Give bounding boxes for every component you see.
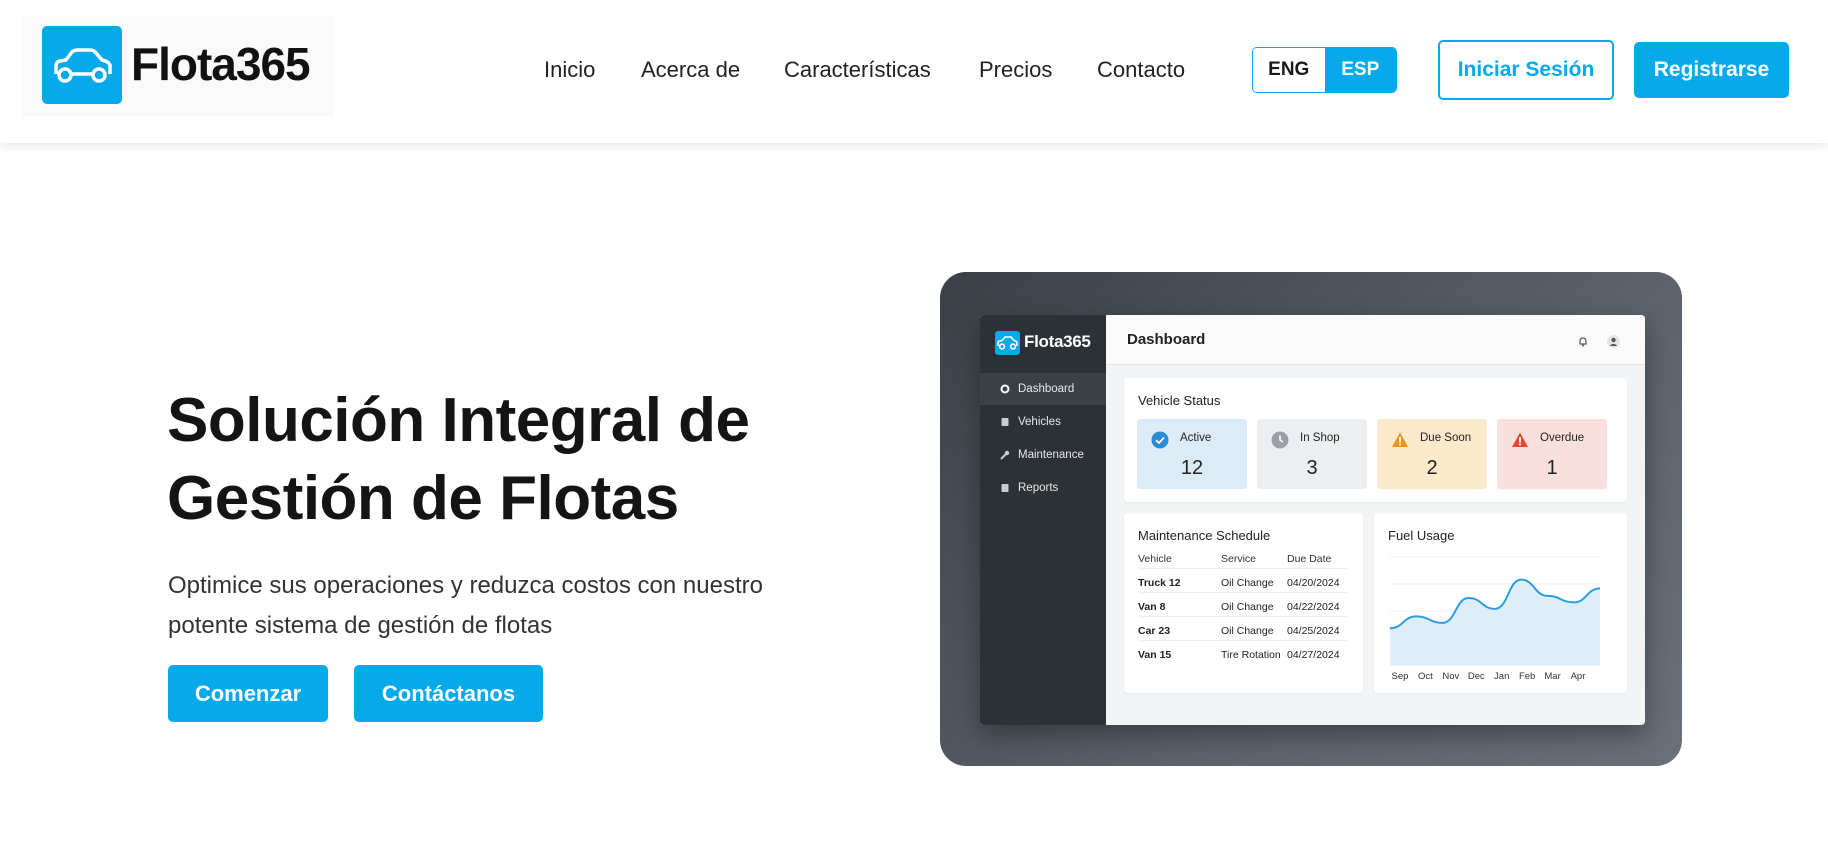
document-icon: [1000, 417, 1010, 427]
nav-link-acerca[interactable]: Acerca de: [641, 56, 740, 84]
mockup-sidebar: Flota365 Dashboard Vehicles Maintenance …: [980, 315, 1106, 725]
check-circle-icon: [1151, 431, 1169, 449]
cell-vehicle: Van 8: [1138, 601, 1166, 613]
start-button[interactable]: Comenzar: [168, 665, 328, 722]
status-value: 2: [1426, 457, 1438, 479]
sidebar-item-label: Dashboard: [1018, 383, 1075, 395]
car-logo-icon: [995, 331, 1020, 355]
cell-due-date: 04/25/2024: [1287, 625, 1340, 637]
cell-due-date: 04/20/2024: [1287, 577, 1340, 589]
cell-vehicle: Van 15: [1138, 649, 1172, 661]
register-button[interactable]: Registrarse: [1634, 42, 1789, 98]
mockup-sidebar-item-reports[interactable]: Reports: [980, 472, 1106, 504]
status-value: 3: [1306, 457, 1318, 479]
nav-link-inicio[interactable]: Inicio: [544, 56, 595, 84]
cell-vehicle: Truck 12: [1138, 577, 1181, 589]
fuel-usage-title: Fuel Usage: [1388, 528, 1455, 543]
x-tick-label: Jan: [1494, 671, 1509, 682]
cell-service: Oil Change: [1221, 625, 1274, 637]
lang-esp-button[interactable]: ESP: [1324, 48, 1396, 92]
status-overdue-tile[interactable]: Overdue 1: [1497, 419, 1607, 489]
warning-icon: [1392, 432, 1408, 447]
fuel-area-fill: [1390, 579, 1600, 665]
status-value: 12: [1180, 457, 1204, 479]
car-logo-icon[interactable]: [42, 26, 122, 104]
cell-due-date: 04/22/2024: [1287, 601, 1340, 613]
status-active-tile[interactable]: Active 12: [1137, 419, 1247, 489]
mockup-main: Dashboard Vehicle Status Active 12 In Sh…: [1106, 315, 1645, 725]
hero-subtitle: Optimice sus operaciones y reduzca costo…: [168, 572, 763, 639]
table-header-service: Service: [1221, 553, 1257, 565]
x-tick-label: Sep: [1392, 671, 1409, 682]
sidebar-item-label: Maintenance: [1018, 449, 1084, 461]
dashboard-preview: Flota365 Dashboard Vehicles Maintenance …: [980, 315, 1645, 725]
nav-link-precios[interactable]: Precios: [979, 56, 1052, 84]
x-tick-label: Mar: [1544, 671, 1560, 682]
wrench-icon: [1000, 450, 1010, 460]
status-label: Active: [1180, 432, 1212, 444]
table-header-due-date: Due Date: [1287, 553, 1332, 565]
status-value: 1: [1546, 457, 1558, 479]
cell-due-date: 04/27/2024: [1287, 649, 1340, 661]
vehicle-status-card: Vehicle Status Active 12 In Shop 3 Due S…: [1124, 378, 1627, 502]
maintenance-title: Maintenance Schedule: [1138, 528, 1271, 543]
hero-title: Solución Integral de Gestión de Flotas: [167, 386, 750, 533]
table-row[interactable]: Van 8 Oil Change 04/22/2024: [1138, 592, 1349, 616]
site-header: Flota365 Inicio Acerca de Característica…: [0, 0, 1828, 143]
status-in-shop-tile[interactable]: In Shop 3: [1257, 419, 1367, 489]
contact-button[interactable]: Contáctanos: [354, 665, 543, 722]
fuel-usage-card: Fuel Usage Sep Oct Nov Dec Jan Feb Mar Apr: [1374, 513, 1627, 693]
table-header-vehicle: Vehicle: [1138, 553, 1172, 565]
user-icon[interactable]: [1607, 335, 1620, 348]
mockup-sidebar-item-dashboard[interactable]: Dashboard: [980, 373, 1106, 405]
vehicle-status-title: Vehicle Status: [1138, 393, 1221, 408]
cell-service: Tire Rotation: [1221, 649, 1281, 661]
circle-icon: [1000, 384, 1010, 394]
status-label: Overdue: [1540, 432, 1585, 444]
mockup-brand-name: Flota365: [1024, 332, 1091, 351]
clock-icon: [1271, 431, 1289, 449]
mockup-page-title: Dashboard: [1127, 331, 1206, 348]
mockup-sidebar-item-maintenance[interactable]: Maintenance: [980, 439, 1106, 471]
x-tick-label: Nov: [1442, 671, 1459, 682]
lang-eng-button[interactable]: ENG: [1253, 48, 1325, 92]
x-tick-label: Dec: [1468, 671, 1485, 682]
status-due-soon-tile[interactable]: Due Soon 2: [1377, 419, 1487, 489]
x-tick-label: Oct: [1418, 671, 1433, 682]
fuel-usage-chart: Sep Oct Nov Dec Jan Feb Mar Apr: [1389, 556, 1601, 682]
mockup-sidebar-item-vehicles[interactable]: Vehicles: [980, 406, 1106, 438]
status-label: Due Soon: [1420, 432, 1472, 444]
login-button[interactable]: Iniciar Sesión: [1438, 40, 1614, 100]
table-row[interactable]: Van 15 Tire Rotation 04/27/2024: [1138, 640, 1349, 664]
table-row[interactable]: Car 23 Oil Change 04/25/2024: [1138, 616, 1349, 640]
brand-name[interactable]: Flota365: [131, 36, 311, 92]
bell-icon[interactable]: [1578, 336, 1588, 347]
table-row[interactable]: Truck 12 Oil Change 04/20/2024: [1138, 568, 1349, 592]
x-tick-label: Apr: [1571, 671, 1586, 682]
language-toggle: ENG ESP: [1252, 47, 1397, 93]
sidebar-item-label: Vehicles: [1018, 416, 1061, 428]
status-label: In Shop: [1300, 432, 1340, 444]
cell-service: Oil Change: [1221, 601, 1274, 613]
nav-link-caracteristicas[interactable]: Características: [784, 56, 931, 84]
sidebar-item-label: Reports: [1018, 482, 1059, 494]
document-icon: [1000, 483, 1010, 493]
warning-icon: [1512, 432, 1528, 447]
cell-vehicle: Car 23: [1138, 625, 1171, 637]
nav-link-contacto[interactable]: Contacto: [1097, 56, 1185, 84]
x-tick-label: Feb: [1519, 671, 1535, 682]
maintenance-schedule-card: Maintenance Schedule Vehicle Service Due…: [1124, 513, 1363, 693]
mockup-topbar: Dashboard: [1106, 315, 1645, 365]
cell-service: Oil Change: [1221, 577, 1274, 589]
